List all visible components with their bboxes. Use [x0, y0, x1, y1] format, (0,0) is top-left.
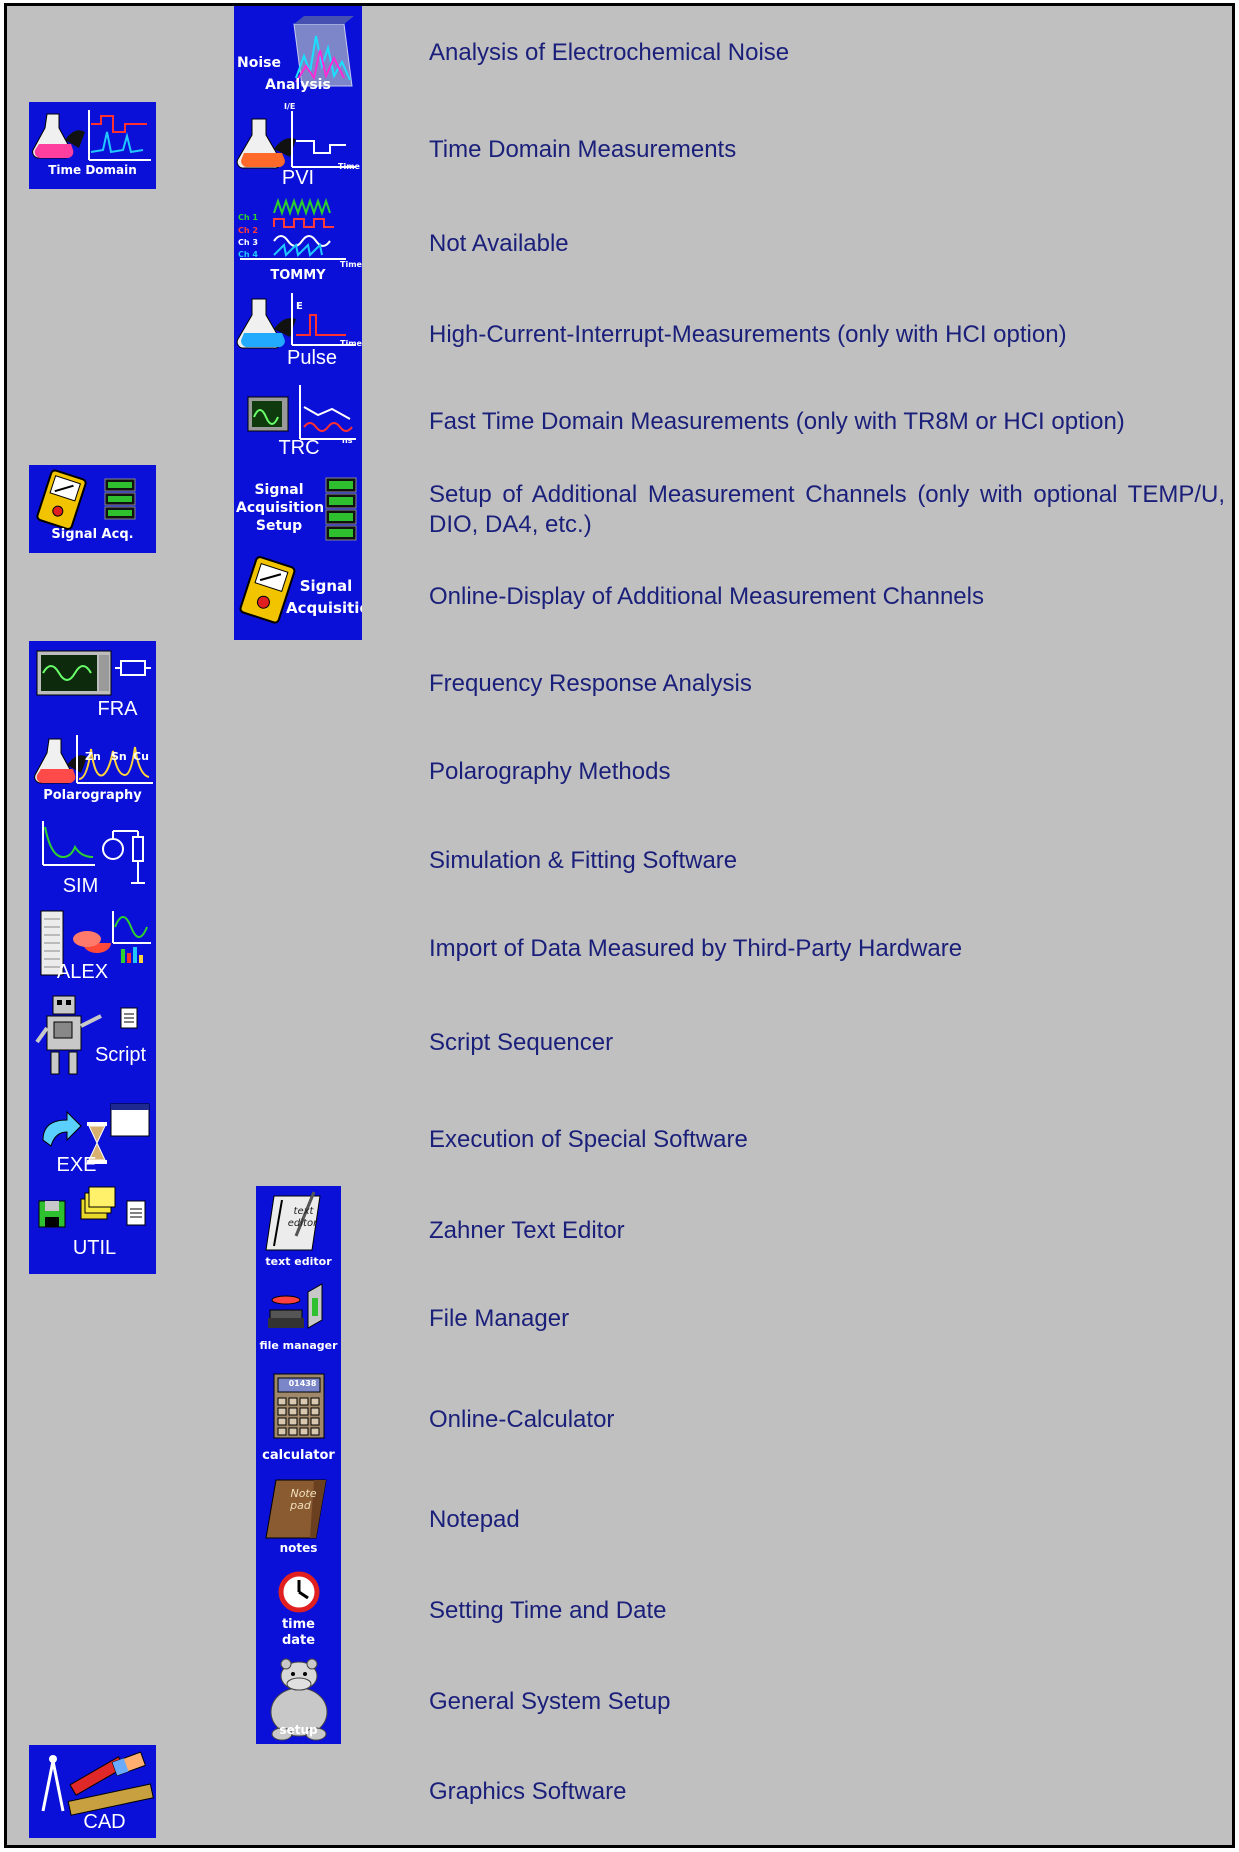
pulse-axis-y: E	[296, 301, 303, 312]
channel-display-icon	[325, 477, 357, 541]
pvi-button[interactable]: I/E Time PVI	[234, 101, 362, 189]
setup-label: setup	[279, 1723, 318, 1737]
notepad-book-line2: pad	[290, 1499, 311, 1512]
desc-cad: Graphics Software	[429, 1778, 627, 1805]
polarography-peak-cu: Cu	[133, 750, 149, 763]
tommy-ch4: Ch 4	[238, 250, 258, 259]
script-button[interactable]: Script	[29, 988, 156, 1088]
cad-button[interactable]: CAD	[29, 1745, 156, 1838]
utilities-icon	[38, 1186, 146, 1228]
desc-file-manager: File Manager	[429, 1305, 570, 1332]
tommy-ch3: Ch 3	[238, 238, 258, 247]
cad-label: CAD	[83, 1811, 126, 1833]
polarography-button[interactable]: Zn Sn Cu Polarography	[29, 727, 156, 813]
exe-label: EXE	[56, 1154, 97, 1176]
sim-button[interactable]: SIM	[29, 813, 156, 903]
exe-button[interactable]: EXE	[29, 1088, 156, 1185]
notes-label: notes	[279, 1541, 318, 1555]
text-editor-label: text editor	[265, 1255, 332, 1268]
pvi-label: PVI	[281, 167, 315, 189]
alex-label: ALEX	[56, 961, 109, 983]
setup-button[interactable]: setup	[256, 1652, 341, 1744]
tommy-ch2: Ch 2	[238, 226, 258, 235]
calculator-display-value: 01438	[288, 1379, 317, 1388]
trc-button[interactable]: ns TRC	[234, 373, 362, 460]
desc-exe: Execution of Special Software	[429, 1126, 748, 1153]
desc-text-editor: Zahner Text Editor	[429, 1217, 625, 1244]
noise-analysis-label: Noise	[237, 55, 281, 71]
signal-acquisition-setup-button[interactable]: Signal Acquisition Setup	[234, 460, 362, 548]
text-editor-button[interactable]: text editor text editor	[256, 1186, 341, 1274]
signal-acq-label: Signal Acq.	[51, 527, 134, 542]
desc-calculator: Online-Calculator	[429, 1406, 615, 1433]
sig-acq-line2: Acquisition	[286, 599, 362, 617]
robot-icon	[35, 995, 138, 1075]
pulse-label: Pulse	[286, 347, 338, 369]
pulse-button[interactable]: E Time Pulse	[234, 285, 362, 373]
time-domain-button[interactable]: Time Domain	[29, 102, 156, 189]
noise-analysis-label-2: Analysis	[265, 77, 331, 93]
desc-trc: Fast Time Domain Measurements (only with…	[429, 408, 1125, 435]
desc-time-date: Setting Time and Date	[429, 1597, 667, 1624]
time-domain-label: Time Domain	[48, 163, 137, 177]
util-label: UTIL	[72, 1237, 117, 1259]
tommy-button[interactable]: Ch 1 Ch 2 Ch 3 Ch 4 Time TOMMY	[234, 189, 362, 285]
desc-signal-acquisition-setup: Setup of Additional Measurement Channels…	[429, 481, 1225, 538]
desc-alex: Import of Data Measured by Third-Party H…	[429, 935, 963, 962]
desc-time-domain: Time Domain Measurements	[429, 136, 737, 163]
tommy-ch1: Ch 1	[238, 213, 258, 222]
desc-script: Script Sequencer	[429, 1029, 614, 1056]
tommy-label: TOMMY	[270, 268, 326, 283]
alex-button[interactable]: ALEX	[29, 903, 156, 988]
time-date-line1: time	[281, 1617, 316, 1632]
text-editor-book-line1: text	[293, 1206, 314, 1217]
notes-button[interactable]: Note pad notes	[256, 1468, 341, 1560]
desc-tommy: Not Available	[429, 230, 569, 257]
signal-acq-button[interactable]: Signal Acq.	[29, 465, 156, 553]
text-editor-book-line2: editor	[287, 1218, 318, 1229]
desc-pulse: High-Current-Interrupt-Measurements (onl…	[429, 321, 1067, 348]
desc-setup: General System Setup	[429, 1688, 671, 1715]
sim-label: SIM	[62, 875, 99, 897]
file-manager-button[interactable]: file manager	[256, 1274, 341, 1358]
desc-fra: Frequency Response Analysis	[429, 670, 752, 697]
file-manager-label: file manager	[259, 1339, 338, 1352]
polarography-label: Polarography	[43, 788, 142, 803]
polarography-peak-sn: Sn	[111, 750, 127, 763]
time-date-line2: date	[281, 1633, 316, 1648]
polarography-peak-zn: Zn	[85, 750, 101, 763]
pvi-axis-y: I/E	[284, 102, 296, 111]
util-button[interactable]: UTIL	[29, 1185, 156, 1274]
calculator-button[interactable]: 01438 calculator	[256, 1358, 341, 1468]
calculator-label: calculator	[262, 1448, 335, 1463]
noise-analysis-button[interactable]: Noise Analysis	[234, 6, 362, 101]
fra-button[interactable]: FRA	[29, 641, 156, 727]
desc-sim: Simulation & Fitting Software	[429, 847, 738, 874]
time-date-button[interactable]: time date	[256, 1560, 341, 1652]
fra-label: FRA	[97, 698, 138, 720]
signal-acquisition-button[interactable]: Signal Acquisition	[234, 548, 362, 640]
trc-label: TRC	[278, 437, 320, 459]
script-label: Script	[94, 1044, 147, 1066]
desc-notes: Notepad	[429, 1506, 520, 1533]
content-panel	[4, 3, 1235, 1848]
sig-acq-line1: Signal	[299, 577, 353, 595]
desc-polarography: Polarography Methods	[429, 758, 671, 785]
desc-signal-acquisition: Online-Display of Additional Measurement…	[429, 583, 984, 610]
desc-noise-analysis: Analysis of Electrochemical Noise	[429, 39, 790, 66]
